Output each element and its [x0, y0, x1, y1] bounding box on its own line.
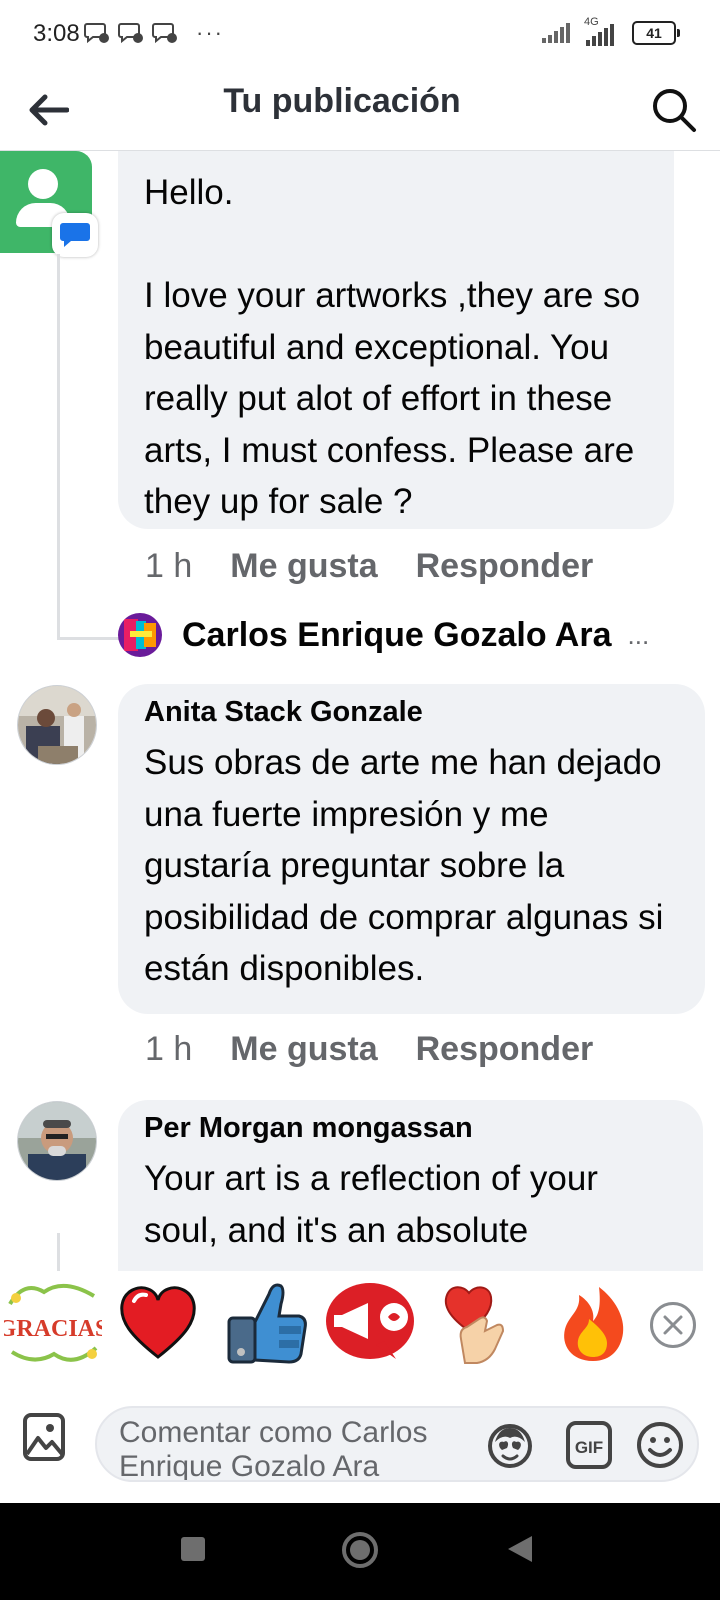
reply-more: ... [627, 619, 650, 650]
comment-bubble[interactable]: Per Morgan mongassan Your art is a refle… [118, 1100, 703, 1271]
red-heart-sticker[interactable] [108, 1272, 208, 1372]
more-notifications: ··· [196, 20, 224, 45]
gif-icon: GIF [566, 1421, 612, 1469]
heart-hand-icon [444, 1286, 505, 1364]
chat-bubble-icon [60, 223, 90, 247]
comment-input[interactable]: Comentar como Carlos Enrique Gozalo Ara … [95, 1406, 699, 1482]
thread-line [57, 254, 60, 639]
app-header: Tu publicación [0, 70, 720, 151]
close-icon [663, 1315, 683, 1335]
like-button[interactable]: Me gusta [230, 1030, 377, 1069]
comment-bubble[interactable]: Anita Stack Gonzale Sus obras de arte me… [118, 684, 705, 1014]
chat-notification-icon [152, 23, 177, 44]
reply-button[interactable]: Responder [416, 1030, 594, 1069]
search-button[interactable] [646, 82, 702, 138]
image-icon [23, 1413, 65, 1461]
back-nav-button[interactable] [508, 1536, 532, 1562]
comment-text: Sus obras de arte me han dejado una fuer… [144, 743, 664, 988]
megaphone-icon [326, 1283, 414, 1359]
emoji-button[interactable] [635, 1420, 685, 1470]
battery-level: 41 [632, 21, 676, 45]
reply-preview[interactable]: Carlos Enrique Gozalo Ara ... [118, 613, 698, 657]
photo-button[interactable] [22, 1412, 72, 1464]
fire-sticker[interactable] [543, 1272, 643, 1372]
chat-notification-icon [118, 23, 143, 44]
thumbs-up-icon [227, 1283, 307, 1364]
reply-author-name[interactable]: Carlos Enrique Gozalo Ara [182, 616, 612, 655]
notification-icons: ··· [84, 20, 224, 46]
status-bar: 3:08 ··· 4G 41 [0, 0, 720, 70]
system-indicators: 4G 41 [542, 16, 680, 46]
recents-button[interactable] [181, 1537, 205, 1561]
sticker-suggestions: GRACIAS [0, 1272, 720, 1372]
heart-hand-sticker[interactable] [429, 1272, 529, 1372]
comments-feed[interactable]: Hello. I love your artworks ,they are so… [0, 151, 720, 1271]
gif-button[interactable]: GIF [565, 1420, 613, 1470]
smiley-icon [637, 1422, 683, 1468]
avatar[interactable] [17, 685, 97, 765]
thread-line [57, 637, 119, 640]
avatar-heart-icon [488, 1424, 532, 1468]
heart-icon [120, 1286, 196, 1359]
home-button[interactable] [342, 1532, 378, 1568]
megaphone-sticker[interactable] [322, 1272, 422, 1372]
comment-actions: 1 h Me gusta Responder [145, 547, 593, 586]
battery-icon: 41 [632, 21, 680, 45]
signal-icon [542, 23, 570, 43]
fire-icon [564, 1287, 624, 1361]
messages-app-badge [52, 213, 98, 257]
like-button[interactable]: Me gusta [230, 547, 377, 586]
status-time: 3:08 [33, 20, 80, 47]
comment-actions: 1 h Me gusta Responder [145, 1030, 593, 1069]
avatar[interactable] [0, 151, 98, 257]
gif-label: GIF [575, 1438, 603, 1457]
page-title: Tu publicación [223, 82, 461, 120]
avatar[interactable] [17, 1101, 97, 1181]
search-icon [653, 89, 696, 132]
comment-author[interactable]: Per Morgan mongassan [144, 1112, 677, 1145]
gracias-sticker-text: GRACIAS [4, 1316, 102, 1342]
comment-time: 1 h [145, 547, 193, 585]
reply-button[interactable]: Responder [416, 547, 594, 586]
system-navigation-bar [0, 1503, 720, 1600]
comment-time: 1 h [145, 1030, 193, 1068]
close-stickers-button[interactable] [650, 1302, 696, 1348]
thread-line [57, 1233, 60, 1271]
comment-text: Hello. I love your artworks ,they are so… [144, 173, 641, 521]
gracias-sticker[interactable]: GRACIAS [3, 1272, 103, 1372]
comment-bubble[interactable]: Hello. I love your artworks ,they are so… [118, 151, 674, 529]
comment-composer: Comentar como Carlos Enrique Gozalo Ara … [0, 1390, 720, 1482]
signal-4g-icon: 4G [582, 16, 622, 46]
avatar-sticker-button[interactable] [485, 1420, 535, 1470]
robot-thumbs-up-sticker[interactable] [215, 1272, 315, 1372]
comment-input-placeholder: Comentar como Carlos Enrique Gozalo Ara [119, 1416, 428, 1482]
avatar[interactable] [118, 613, 162, 657]
comment-text: Your art is a reflection of your soul, a… [144, 1159, 598, 1250]
chat-notification-icon [84, 23, 109, 44]
comment-author[interactable]: Anita Stack Gonzale [144, 696, 679, 729]
